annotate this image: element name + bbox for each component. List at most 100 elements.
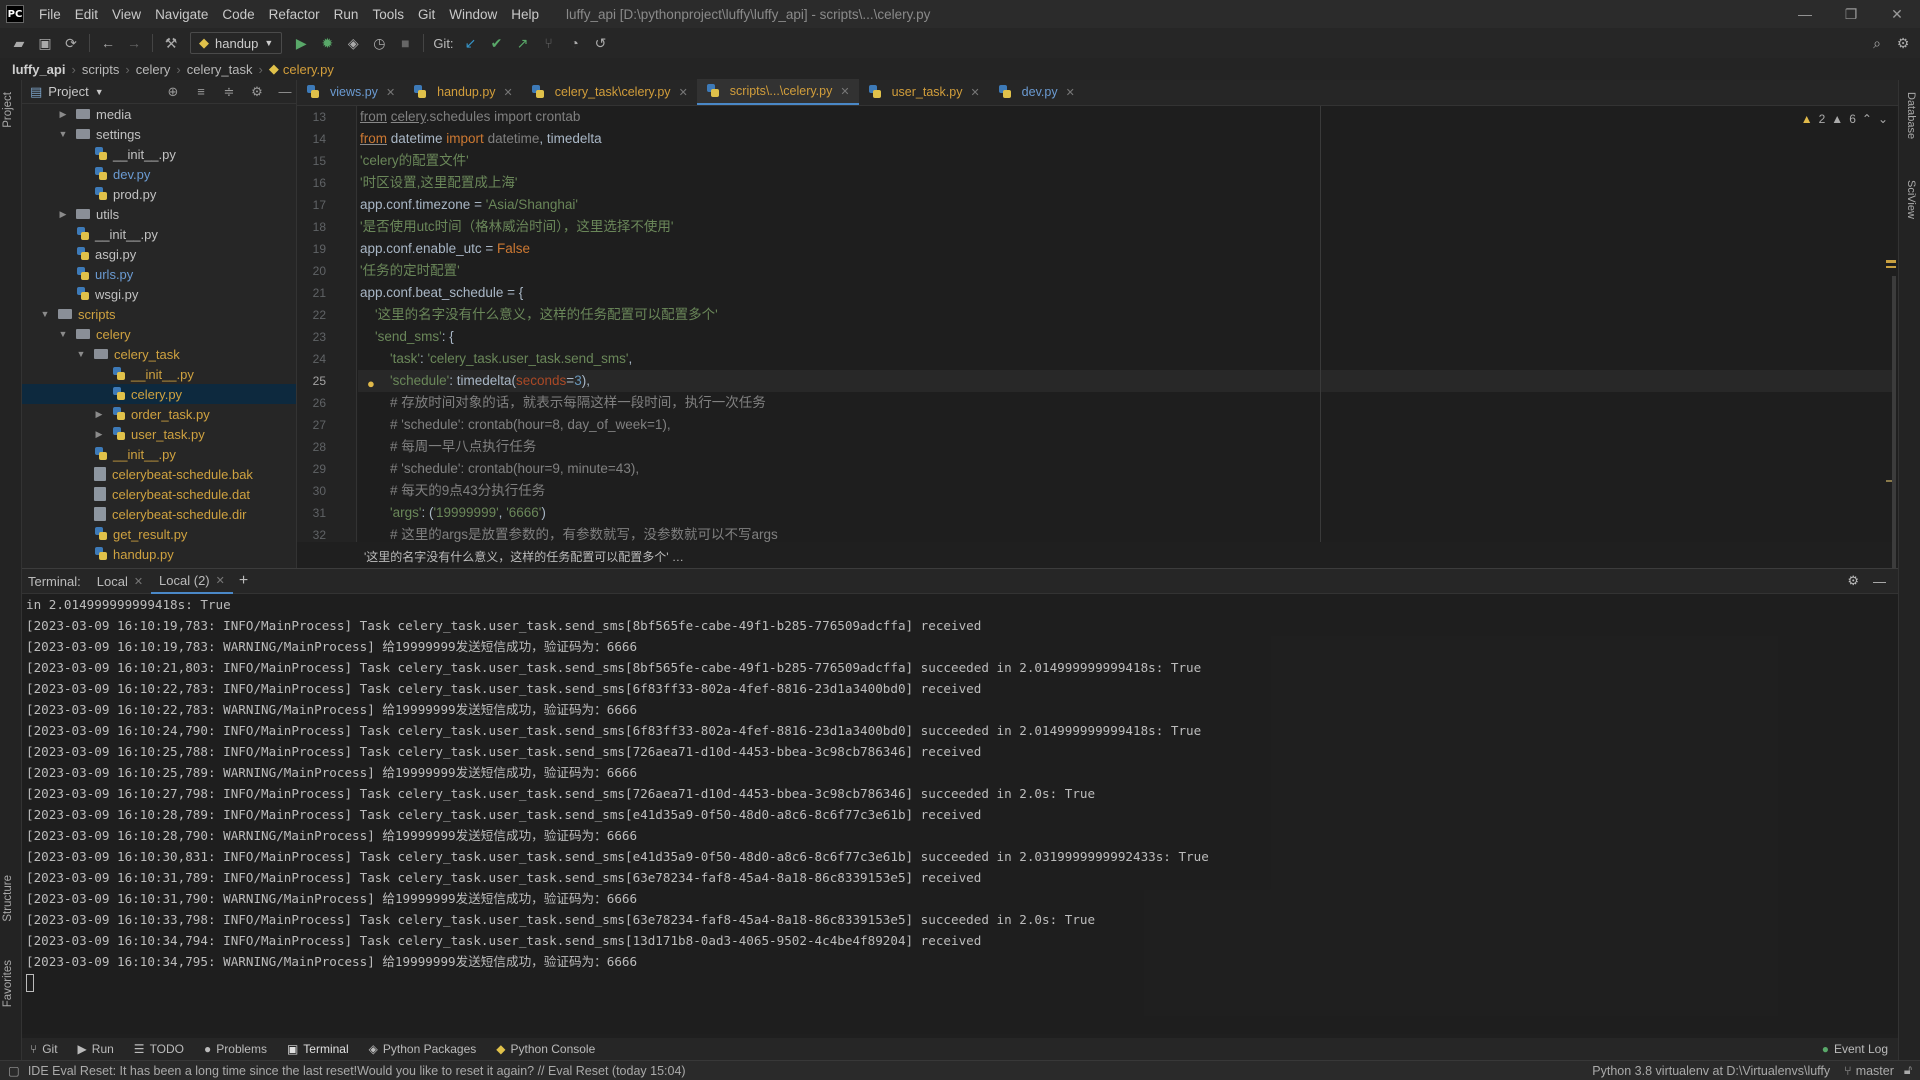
problems-tool-button[interactable]: ● Problems bbox=[204, 1042, 267, 1056]
menu-refactor[interactable]: Refactor bbox=[262, 7, 327, 22]
scroll-thumb[interactable] bbox=[1892, 276, 1896, 572]
editor-tab[interactable]: handup.py ✕ bbox=[404, 79, 522, 105]
line-number[interactable]: 31 bbox=[297, 502, 356, 524]
breadcrumb-celery[interactable]: celery bbox=[136, 62, 171, 77]
line-number[interactable]: 24 bbox=[297, 348, 356, 370]
database-tool-tab[interactable]: Database bbox=[1905, 92, 1917, 139]
panel-gear-icon[interactable]: ⚙ bbox=[246, 84, 268, 100]
breadcrumb-scripts[interactable]: scripts bbox=[82, 62, 120, 77]
tree-item[interactable]: handup.py bbox=[22, 544, 296, 564]
expand-all-icon[interactable]: ≡ bbox=[190, 84, 212, 99]
restore-icon[interactable]: ❐ bbox=[1828, 0, 1874, 28]
chevron-down-icon[interactable]: ▼ bbox=[56, 129, 70, 139]
back-icon[interactable]: ← bbox=[95, 31, 121, 55]
line-number[interactable]: 30 bbox=[297, 480, 356, 502]
lock-icon[interactable]: 🔓︎ bbox=[1904, 1063, 1912, 1078]
close-tab-icon[interactable]: ✕ bbox=[970, 86, 979, 99]
close-tab-icon[interactable]: ✕ bbox=[840, 85, 849, 98]
menu-code[interactable]: Code bbox=[215, 7, 261, 22]
editor-tab[interactable]: views.py ✕ bbox=[297, 79, 404, 105]
line-number[interactable]: 29 bbox=[297, 458, 356, 480]
chevron-down-icon[interactable]: ▼ bbox=[38, 309, 52, 319]
close-icon[interactable]: ✕ bbox=[216, 574, 225, 587]
favorites-tool-tab[interactable]: Favorites bbox=[2, 960, 14, 1007]
inspection-widget[interactable]: ▲ 2 ▲ 6 ⌃ ⌄ bbox=[1801, 112, 1888, 126]
git-push-icon[interactable]: ↗ bbox=[510, 31, 536, 55]
line-number[interactable]: 26 bbox=[297, 392, 356, 414]
python-packages-tool-button[interactable]: ◈ Python Packages bbox=[369, 1042, 477, 1056]
line-number[interactable]: 25 bbox=[297, 370, 356, 392]
menu-view[interactable]: View bbox=[105, 7, 148, 22]
sync-icon[interactable]: ⟳ bbox=[58, 31, 84, 55]
line-number[interactable]: 17 bbox=[297, 194, 356, 216]
line-number[interactable]: 15 bbox=[297, 150, 356, 172]
tree-item[interactable]: ▶ utils bbox=[22, 204, 296, 224]
lightbulb-icon[interactable]: ● bbox=[367, 376, 375, 391]
code-breadcrumb[interactable]: '这里的名字没有什么意义，这样的任务配置可以配置多个' … bbox=[358, 546, 1896, 566]
line-number[interactable]: 22 bbox=[297, 304, 356, 326]
debug-icon[interactable]: ✹ bbox=[314, 31, 340, 55]
structure-tool-tab[interactable]: Structure bbox=[2, 875, 14, 922]
line-number[interactable]: 16 bbox=[297, 172, 356, 194]
save-all-icon[interactable]: ▣ bbox=[32, 31, 58, 55]
hide-terminal-icon[interactable]: — bbox=[1873, 574, 1886, 589]
git-branch-selector[interactable]: master bbox=[1856, 1064, 1894, 1078]
editor-tab[interactable]: dev.py ✕ bbox=[989, 79, 1084, 105]
project-view-select[interactable]: Project bbox=[48, 84, 88, 99]
line-number[interactable]: 14 bbox=[297, 128, 356, 150]
menu-file[interactable]: File bbox=[32, 7, 68, 22]
close-tab-icon[interactable]: ✕ bbox=[679, 86, 688, 99]
editor-tab[interactable]: celery_task\celery.py ✕ bbox=[522, 79, 697, 105]
coverage-icon[interactable]: ◈ bbox=[340, 31, 366, 55]
tree-item[interactable]: __init__.py bbox=[22, 444, 296, 464]
build-icon[interactable]: ⚒ bbox=[158, 31, 184, 55]
python-console-tool-button[interactable]: ◆ Python Console bbox=[496, 1042, 595, 1056]
terminal-output[interactable]: in 2.014999999999418s: True [2023-03-09 1… bbox=[22, 594, 1898, 1034]
new-terminal-icon[interactable]: + bbox=[239, 572, 248, 590]
git-rollback-icon[interactable]: ↺ bbox=[588, 31, 614, 55]
close-icon[interactable]: ✕ bbox=[134, 575, 143, 588]
chevron-down-icon[interactable]: ▼ bbox=[95, 87, 104, 97]
line-number[interactable]: 32 bbox=[297, 524, 356, 546]
tree-item[interactable]: get_result.py bbox=[22, 524, 296, 544]
line-number[interactable]: 27 bbox=[297, 414, 356, 436]
line-number[interactable]: 21 bbox=[297, 282, 356, 304]
close-tab-icon[interactable]: ✕ bbox=[504, 86, 513, 99]
tree-item[interactable]: celerybeat-schedule.bak bbox=[22, 464, 296, 484]
locate-icon[interactable]: ⊕ bbox=[162, 84, 184, 100]
line-number[interactable]: 20 bbox=[297, 260, 356, 282]
tree-item[interactable]: ▶ user_task.py bbox=[22, 424, 296, 444]
menu-help[interactable]: Help bbox=[504, 7, 546, 22]
chevron-right-icon[interactable]: ▶ bbox=[56, 109, 70, 120]
run-tool-button[interactable]: ▶ Run bbox=[78, 1042, 114, 1056]
git-history-icon[interactable]: ◔ bbox=[562, 31, 588, 55]
menu-edit[interactable]: Edit bbox=[68, 7, 105, 22]
breadcrumb-celery-task[interactable]: celery_task bbox=[187, 62, 253, 77]
chevron-down-icon[interactable]: ▼ bbox=[56, 329, 70, 339]
tree-item[interactable]: celerybeat-schedule.dir bbox=[22, 504, 296, 524]
run-configuration-select[interactable]: ◆ handup ▼ bbox=[190, 32, 283, 54]
settings-gear-icon[interactable]: ⚙ bbox=[1890, 31, 1916, 55]
terminal-tool-button[interactable]: ▣ Terminal bbox=[287, 1042, 349, 1056]
tree-item[interactable]: __init__.py bbox=[22, 224, 296, 244]
menu-git[interactable]: Git bbox=[411, 7, 442, 22]
tree-item[interactable]: ▼ celery_task bbox=[22, 344, 296, 364]
close-tab-icon[interactable]: ✕ bbox=[1066, 86, 1075, 99]
tree-item[interactable]: prod.py bbox=[22, 184, 296, 204]
sciview-tool-tab[interactable]: SciView bbox=[1905, 180, 1917, 219]
tree-item[interactable]: __init__.py bbox=[22, 364, 296, 384]
line-number[interactable]: 18 bbox=[297, 216, 356, 238]
line-number[interactable]: 23 bbox=[297, 326, 356, 348]
menu-navigate[interactable]: Navigate bbox=[148, 7, 215, 22]
open-folder-icon[interactable]: ▰ bbox=[6, 31, 32, 55]
line-number[interactable]: 19 bbox=[297, 238, 356, 260]
chevron-down-icon[interactable]: ▼ bbox=[74, 349, 88, 359]
line-number[interactable]: 28 bbox=[297, 436, 356, 458]
chevron-right-icon[interactable]: ▶ bbox=[92, 429, 106, 440]
hide-panel-icon[interactable]: — bbox=[274, 84, 296, 99]
terminal-gear-icon[interactable]: ⚙ bbox=[1847, 573, 1859, 589]
close-icon[interactable]: ✕ bbox=[1874, 0, 1920, 28]
menu-tools[interactable]: Tools bbox=[365, 7, 411, 22]
tree-item[interactable]: __init__.py bbox=[22, 144, 296, 164]
editor-tab[interactable]: scripts\...\celery.py ✕ bbox=[696, 79, 859, 105]
